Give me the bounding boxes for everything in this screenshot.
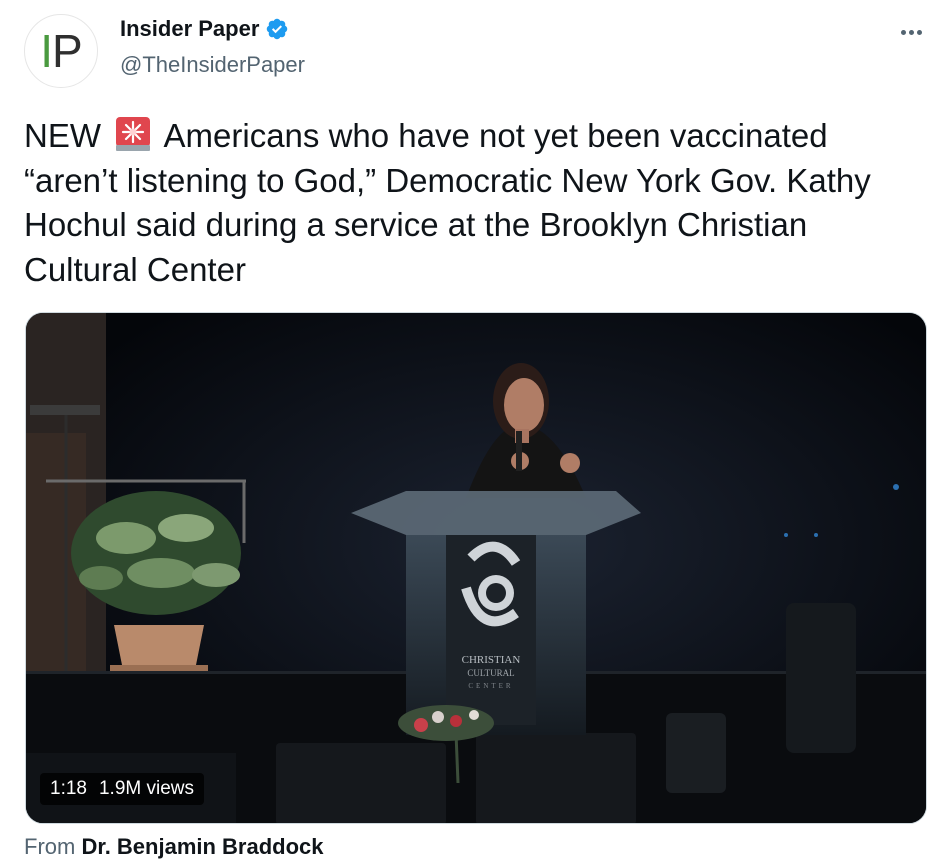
video-stats-badge: 1:18 1.9M views xyxy=(40,773,205,805)
tweet-text: NEW Americans who have not yet been vacc… xyxy=(24,114,924,292)
verified-badge-icon xyxy=(267,18,288,40)
podium-logo-line-3: CENTER xyxy=(468,682,513,690)
more-options-icon[interactable] xyxy=(898,22,924,42)
video-duration: 1:18 xyxy=(50,778,87,799)
video-frame: CHRISTIAN CULTURAL CENTER xyxy=(26,313,926,823)
video-attribution: From Dr. Benjamin Braddock xyxy=(24,834,324,860)
author-name-row[interactable]: Insider Paper xyxy=(120,16,289,42)
video-view-count: 1.9M views xyxy=(98,778,195,799)
podium-logo-line-1: CHRISTIAN xyxy=(462,654,521,666)
logo-letter-p: P xyxy=(52,25,83,77)
police-car-light-icon xyxy=(116,117,151,151)
avatar[interactable]: IP xyxy=(24,14,98,88)
from-label: From xyxy=(24,834,76,859)
author-handle[interactable]: @TheInsiderPaper xyxy=(120,52,305,78)
logo-letter-i: I xyxy=(40,25,53,77)
podium-logo-line-2: CULTURAL xyxy=(467,668,514,678)
display-name[interactable]: Insider Paper xyxy=(120,16,259,42)
source-account-link[interactable]: Dr. Benjamin Braddock xyxy=(81,834,323,859)
tweet-text-lead: NEW xyxy=(24,117,101,154)
tweet-text-body: Americans who have not yet been vaccinat… xyxy=(24,117,880,288)
video-player[interactable]: CHRISTIAN CULTURAL CENTER 1:18 1.9M view… xyxy=(25,312,927,824)
insider-paper-logo: IP xyxy=(40,25,83,77)
